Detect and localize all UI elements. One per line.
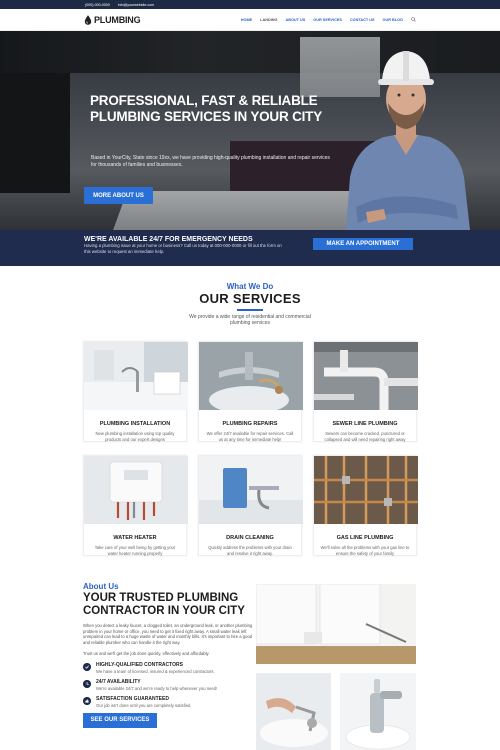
hero-section: PROFESSIONAL, FAST & RELIABLE PLUMBING S…	[0, 31, 500, 230]
service-text: Quickly address the problems with your d…	[208, 545, 292, 556]
hands-fixing-pipe-photo	[256, 673, 331, 750]
service-title: PLUMBING REPAIRS	[222, 421, 278, 427]
feature-item: SATISFACTION GUARANTEED Our job isn't do…	[83, 696, 253, 708]
services-header: What We Do OUR SERVICES We provide a wid…	[0, 266, 500, 326]
service-text: New plumbing installation using top qual…	[95, 431, 175, 442]
topbar-phone[interactable]: (000)-000-0000	[85, 3, 110, 7]
nav-about[interactable]: ABOUT US	[285, 18, 305, 22]
see-our-services-button[interactable]: SEE OUR SERVICES	[83, 712, 157, 728]
service-title: WATER HEATER	[113, 535, 157, 541]
hero-text: Based in YourCity, State since 19xx, we …	[91, 155, 330, 168]
thumbs-up-icon	[83, 696, 91, 705]
service-text: Take care of your well being by getting …	[94, 545, 176, 556]
services-eyebrow: What We Do	[226, 282, 274, 291]
topbar-email[interactable]: info@yourwebsite.com	[118, 3, 154, 7]
logo-text: PLUMBING	[94, 14, 141, 25]
nav-landing[interactable]: LANDING	[260, 18, 277, 22]
services-title: OUR SERVICES	[199, 291, 301, 306]
emergency-bar: WE'RE AVAILABLE 24/7 FOR EMERGENCY NEEDS…	[0, 230, 500, 266]
drain-cleaning-photo	[199, 456, 303, 524]
chrome-faucet-photo	[340, 673, 416, 750]
feature-text: We have a team of licensed, insured & ex…	[96, 668, 215, 674]
nav-contact[interactable]: CONTACT US	[350, 18, 375, 22]
about-paragraph-1: When you detect a leaky faucet, a clogge…	[83, 623, 253, 645]
emergency-title: WE'RE AVAILABLE 24/7 FOR EMERGENCY NEEDS	[84, 236, 253, 242]
shield-check-icon	[83, 662, 91, 671]
gas-line-photo	[314, 456, 418, 524]
search-icon[interactable]	[411, 17, 416, 22]
plumber-photo	[346, 51, 470, 230]
services-subtitle-line-2: plumbing services	[229, 319, 271, 326]
nav-home[interactable]: HOME	[241, 18, 252, 22]
top-bar: (000)-000-0000 info@yourwebsite.com	[0, 0, 500, 9]
service-card-sewer[interactable]: SEWER LINE PLUMBING Sewers can become cr…	[313, 341, 418, 442]
feature-item: 24/7 AVAILABILITY We're available 24/7 a…	[83, 679, 253, 691]
hero-title: PROFESSIONAL, FAST & RELIABLE PLUMBING S…	[90, 93, 323, 124]
about-section: About Us YOUR TRUSTED PLUMBING CONTRACTO…	[83, 582, 253, 728]
about-title: YOUR TRUSTED PLUMBING CONTRACTOR IN YOUR…	[83, 592, 245, 617]
service-title: PLUMBING INSTALLATION	[99, 421, 171, 427]
service-title: GAS LINE PLUMBING	[336, 535, 394, 541]
water-drop-icon	[84, 14, 92, 25]
main-nav: HOME LANDING ABOUT US OUR SERVICES CONTA…	[241, 17, 416, 22]
service-card-installation[interactable]: PLUMBING INSTALLATION New plumbing insta…	[83, 341, 188, 442]
more-about-us-button[interactable]: MORE ABOUT US	[84, 187, 153, 204]
services-grid: PLUMBING INSTALLATION New plumbing insta…	[83, 341, 418, 556]
feature-title: HIGHLY-QUALIFIED CONTRACTORS	[96, 661, 183, 668]
emergency-text: Having a plumbing issue at your home or …	[84, 243, 282, 254]
feature-text: We're available 24/7 and we're ready to …	[96, 685, 218, 691]
page: (000)-000-0000 info@yourwebsite.com PLUM…	[0, 0, 500, 750]
logo[interactable]: PLUMBING	[84, 14, 141, 25]
water-heater-photo	[84, 456, 188, 524]
about-eyebrow: About Us	[83, 582, 119, 591]
feature-title: SATISFACTION GUARANTEED	[96, 695, 169, 702]
plumbing-installation-photo	[84, 342, 188, 410]
service-card-gas-line[interactable]: GAS LINE PLUMBING We'll solve all the pr…	[313, 455, 418, 556]
service-text: We offer 24/7 available for repair servi…	[206, 431, 294, 442]
service-title: DRAIN CLEANING	[226, 535, 274, 541]
feature-item: HIGHLY-QUALIFIED CONTRACTORS We have a t…	[83, 662, 253, 674]
feature-text: Our job isn't done until you are complet…	[96, 702, 192, 708]
kitchen-sink-photo	[256, 584, 416, 664]
about-paragraph-2: Trust us and we'll get the job done quic…	[83, 651, 210, 657]
nav-blog[interactable]: OUR BLOG	[383, 18, 403, 22]
service-text: Sewers can become cracked, punctured or …	[324, 431, 406, 442]
service-card-drain[interactable]: DRAIN CLEANING Quickly address the probl…	[198, 455, 303, 556]
sewer-line-photo	[314, 342, 418, 410]
feature-title: 24/7 AVAILABILITY	[96, 678, 141, 685]
service-title: SEWER LINE PLUMBING	[332, 421, 398, 427]
service-card-repairs[interactable]: PLUMBING REPAIRS We offer 24/7 available…	[198, 341, 303, 442]
site-header: PLUMBING HOME LANDING ABOUT US OUR SERVI…	[0, 9, 500, 31]
make-appointment-button[interactable]: MAKE AN APPOINTMENT	[313, 238, 413, 250]
service-text: We'll solve all the problems with your g…	[320, 545, 410, 556]
nav-services[interactable]: OUR SERVICES	[313, 18, 342, 22]
plumbing-repairs-photo	[199, 342, 303, 414]
services-subtitle: We provide a wide range of residential a…	[0, 314, 500, 326]
services-divider	[237, 309, 263, 311]
clock-icon	[83, 679, 91, 688]
service-card-water-heater[interactable]: WATER HEATER Take care of your well bein…	[83, 455, 188, 556]
